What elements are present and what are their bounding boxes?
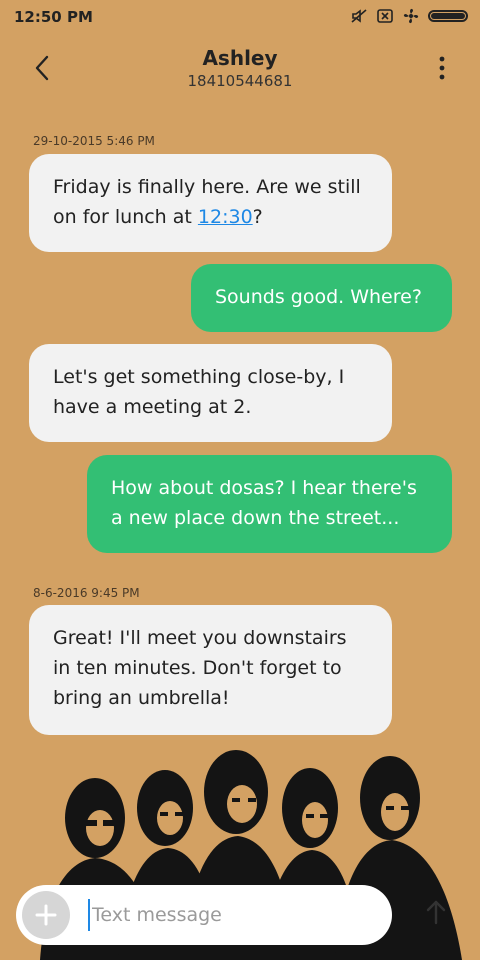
text-message-input[interactable]: [88, 899, 382, 931]
contact-number: 18410544681: [187, 72, 293, 90]
more-vertical-icon: [439, 56, 445, 80]
plus-icon: [35, 904, 57, 926]
time-link[interactable]: 12:30: [198, 206, 253, 228]
received-message[interactable]: Let's get something close-by, I have a m…: [29, 344, 392, 442]
message-composer: [16, 885, 392, 945]
message-timestamp: 8-6-2016 9:45 PM: [33, 586, 140, 600]
received-message[interactable]: Friday is finally here. Are we still on …: [29, 154, 392, 252]
message-text: Let's get something close-by, I have a m…: [53, 366, 345, 418]
status-time: 12:50 PM: [14, 8, 93, 26]
sent-message[interactable]: Sounds good. Where?: [191, 264, 452, 332]
fan-icon: [402, 7, 420, 25]
message-timestamp: 29-10-2015 5:46 PM: [33, 134, 155, 148]
arrow-up-icon: [426, 900, 446, 925]
add-attachment-button[interactable]: [22, 891, 70, 939]
sent-message[interactable]: How about dosas? I hear there's a new pl…: [87, 455, 452, 553]
sim-off-icon: [376, 7, 394, 25]
battery-level: [431, 13, 465, 19]
status-bar: 12:50 PM: [0, 0, 480, 34]
message-text: Sounds good. Where?: [215, 286, 422, 308]
conversation-header: Ashley 18410544681: [0, 34, 480, 110]
send-button[interactable]: [416, 892, 456, 932]
more-options-button[interactable]: [430, 50, 454, 86]
mute-icon: [350, 7, 368, 25]
message-text: Great! I'll meet you downstairs in ten m…: [53, 627, 347, 709]
message-text: ?: [252, 206, 263, 228]
message-text: How about dosas? I hear there's a new pl…: [111, 477, 417, 529]
contact-name: Ashley: [202, 46, 278, 70]
status-icons: [350, 7, 468, 25]
battery-icon: [428, 10, 468, 22]
